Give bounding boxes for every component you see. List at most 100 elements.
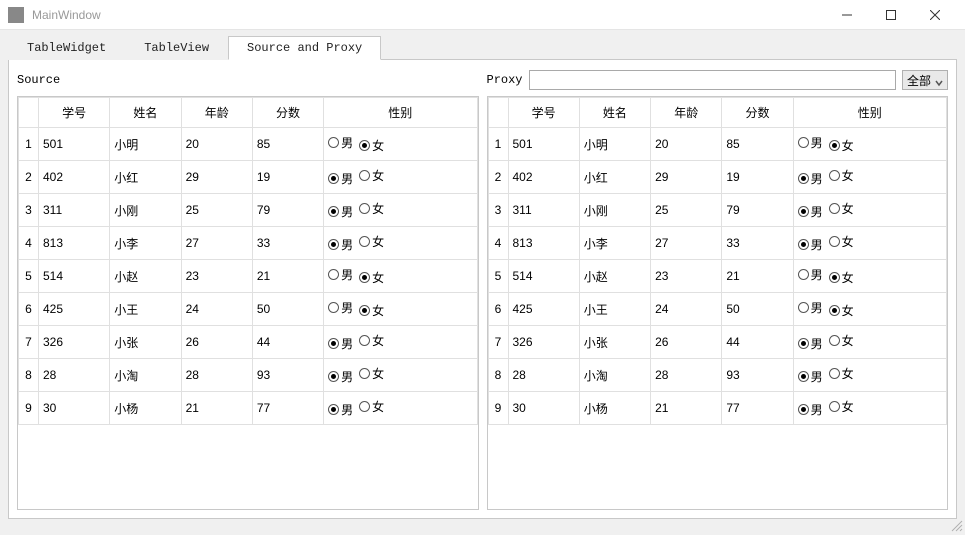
radio-female[interactable]: 女: [359, 137, 384, 154]
radio-female[interactable]: 女: [359, 365, 384, 382]
cell-name[interactable]: 小张: [110, 326, 181, 359]
cell-age[interactable]: 28: [181, 359, 252, 392]
cell-name[interactable]: 小杨: [110, 392, 181, 425]
minimize-button[interactable]: [825, 0, 869, 30]
cell-age[interactable]: 23: [651, 260, 722, 293]
radio-male[interactable]: 男: [798, 134, 823, 151]
cell-score[interactable]: 77: [252, 392, 323, 425]
cell-id[interactable]: 402: [508, 161, 579, 194]
cell-age[interactable]: 28: [651, 359, 722, 392]
col-score[interactable]: 分数: [722, 98, 793, 128]
tab-tablewidget[interactable]: TableWidget: [8, 36, 125, 60]
cell-name[interactable]: 小明: [579, 128, 650, 161]
table-row[interactable]: 2402小红2919男女: [488, 161, 947, 194]
radio-male[interactable]: 男: [798, 335, 823, 352]
table-row[interactable]: 1501小明2085男女: [19, 128, 478, 161]
radio-male[interactable]: 男: [798, 401, 823, 418]
table-row[interactable]: 3311小刚2579男女: [488, 194, 947, 227]
radio-female[interactable]: 女: [359, 200, 384, 217]
col-age[interactable]: 年龄: [651, 98, 722, 128]
cell-name[interactable]: 小杨: [579, 392, 650, 425]
cell-name[interactable]: 小刚: [579, 194, 650, 227]
cell-age[interactable]: 24: [181, 293, 252, 326]
cell-id[interactable]: 514: [508, 260, 579, 293]
cell-score[interactable]: 79: [722, 194, 793, 227]
col-name[interactable]: 姓名: [110, 98, 181, 128]
cell-age[interactable]: 21: [181, 392, 252, 425]
table-row[interactable]: 930小杨2177男女: [488, 392, 947, 425]
radio-male[interactable]: 男: [328, 170, 353, 187]
table-row[interactable]: 6425小王2450男女: [19, 293, 478, 326]
table-row[interactable]: 4813小李2733男女: [19, 227, 478, 260]
cell-score[interactable]: 85: [722, 128, 793, 161]
cell-name[interactable]: 小红: [579, 161, 650, 194]
radio-male[interactable]: 男: [798, 170, 823, 187]
cell-score[interactable]: 50: [722, 293, 793, 326]
cell-name[interactable]: 小刚: [110, 194, 181, 227]
cell-age[interactable]: 29: [181, 161, 252, 194]
cell-id[interactable]: 326: [508, 326, 579, 359]
cell-age[interactable]: 20: [181, 128, 252, 161]
table-row[interactable]: 1501小明2085男女: [488, 128, 947, 161]
source-table-wrap[interactable]: 学号 姓名 年龄 分数 性别 1501小明2085男女2402小红2919男女3…: [17, 96, 479, 510]
radio-female[interactable]: 女: [359, 332, 384, 349]
cell-id[interactable]: 326: [39, 326, 110, 359]
proxy-filter-combo[interactable]: 全部: [902, 70, 948, 90]
table-row[interactable]: 7326小张2644男女: [19, 326, 478, 359]
proxy-filter-input[interactable]: [529, 70, 896, 90]
cell-id[interactable]: 514: [39, 260, 110, 293]
col-id[interactable]: 学号: [508, 98, 579, 128]
radio-male[interactable]: 男: [798, 368, 823, 385]
cell-id[interactable]: 813: [39, 227, 110, 260]
col-gender[interactable]: 性别: [324, 98, 477, 128]
cell-id[interactable]: 30: [39, 392, 110, 425]
cell-score[interactable]: 50: [252, 293, 323, 326]
radio-male[interactable]: 男: [328, 335, 353, 352]
cell-age[interactable]: 24: [651, 293, 722, 326]
cell-name[interactable]: 小明: [110, 128, 181, 161]
cell-id[interactable]: 501: [39, 128, 110, 161]
cell-id[interactable]: 28: [508, 359, 579, 392]
radio-female[interactable]: 女: [829, 200, 854, 217]
cell-name[interactable]: 小王: [579, 293, 650, 326]
radio-male[interactable]: 男: [328, 134, 353, 151]
col-name[interactable]: 姓名: [579, 98, 650, 128]
cell-id[interactable]: 425: [508, 293, 579, 326]
radio-female[interactable]: 女: [829, 302, 854, 319]
cell-age[interactable]: 26: [651, 326, 722, 359]
cell-age[interactable]: 26: [181, 326, 252, 359]
cell-age[interactable]: 20: [651, 128, 722, 161]
cell-age[interactable]: 29: [651, 161, 722, 194]
radio-female[interactable]: 女: [359, 398, 384, 415]
cell-score[interactable]: 19: [722, 161, 793, 194]
cell-score[interactable]: 85: [252, 128, 323, 161]
radio-male[interactable]: 男: [328, 401, 353, 418]
cell-name[interactable]: 小王: [110, 293, 181, 326]
radio-female[interactable]: 女: [829, 167, 854, 184]
cell-score[interactable]: 19: [252, 161, 323, 194]
radio-male[interactable]: 男: [798, 203, 823, 220]
cell-score[interactable]: 93: [252, 359, 323, 392]
radio-female[interactable]: 女: [359, 269, 384, 286]
radio-female[interactable]: 女: [829, 137, 854, 154]
table-row[interactable]: 828小淘2893男女: [19, 359, 478, 392]
radio-male[interactable]: 男: [328, 236, 353, 253]
resize-grip[interactable]: [949, 518, 963, 532]
radio-female[interactable]: 女: [829, 233, 854, 250]
cell-score[interactable]: 44: [722, 326, 793, 359]
cell-name[interactable]: 小李: [110, 227, 181, 260]
maximize-button[interactable]: [869, 0, 913, 30]
radio-female[interactable]: 女: [829, 332, 854, 349]
table-row[interactable]: 930小杨2177男女: [19, 392, 478, 425]
cell-age[interactable]: 21: [651, 392, 722, 425]
close-button[interactable]: [913, 0, 957, 30]
radio-male[interactable]: 男: [328, 203, 353, 220]
tab-source-and-proxy[interactable]: Source and Proxy: [228, 36, 381, 60]
cell-score[interactable]: 44: [252, 326, 323, 359]
cell-name[interactable]: 小赵: [110, 260, 181, 293]
tab-tableview[interactable]: TableView: [125, 36, 228, 60]
radio-female[interactable]: 女: [359, 233, 384, 250]
radio-female[interactable]: 女: [829, 365, 854, 382]
radio-male[interactable]: 男: [328, 368, 353, 385]
cell-score[interactable]: 33: [722, 227, 793, 260]
